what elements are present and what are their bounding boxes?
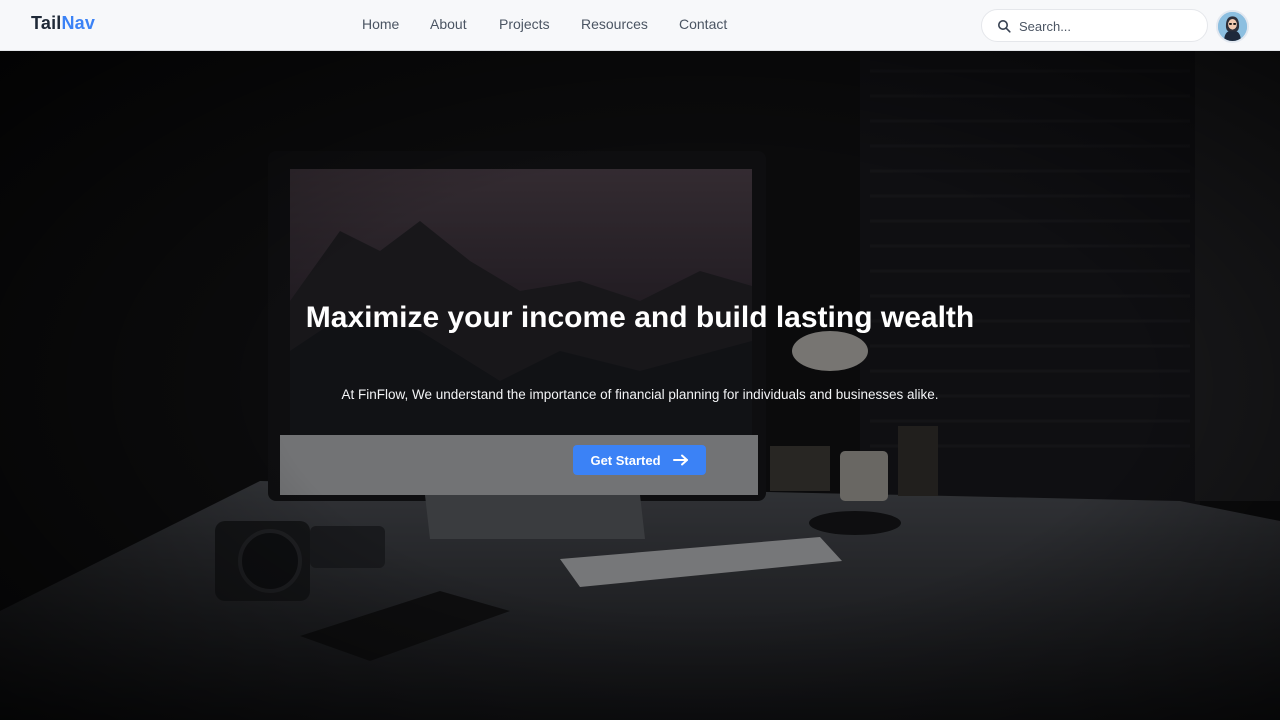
nav-link-contact[interactable]: Contact [679, 16, 727, 32]
hero-subtext: At FinFlow, We understand the importance… [341, 387, 939, 402]
user-avatar[interactable] [1216, 10, 1249, 43]
navbar: TailNav Home About Projects Resources Co… [0, 0, 1280, 51]
get-started-button[interactable]: Get Started [573, 445, 706, 475]
nav-link-home[interactable]: Home [362, 16, 399, 32]
arrow-right-icon [672, 454, 688, 466]
hero-headline: Maximize your income and build lasting w… [305, 301, 975, 334]
hero-content: Maximize your income and build lasting w… [0, 51, 1280, 720]
nav-link-resources[interactable]: Resources [581, 16, 648, 32]
nav-link-about[interactable]: About [430, 16, 467, 32]
get-started-label: Get Started [590, 452, 661, 468]
search-input[interactable] [1019, 16, 1194, 36]
hero-section: Maximize your income and build lasting w… [0, 51, 1280, 720]
nav-link-projects[interactable]: Projects [499, 16, 550, 32]
avatar-icon [1218, 12, 1247, 41]
search-icon [998, 20, 1011, 33]
search-box [981, 9, 1208, 42]
